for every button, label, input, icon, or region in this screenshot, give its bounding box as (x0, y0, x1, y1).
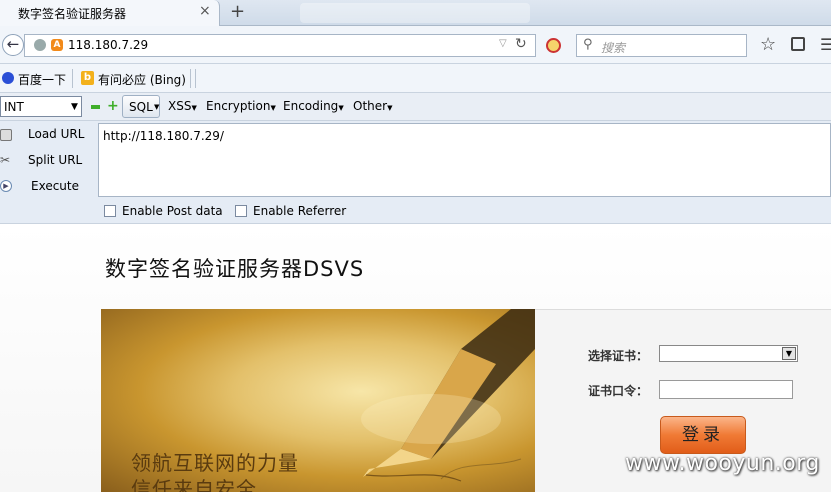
bookmark-separator (72, 69, 73, 88)
split-url-icon: ✂ (0, 153, 11, 167)
enable-referrer-label: Enable Referrer (253, 204, 347, 218)
enable-post-label: Enable Post data (122, 204, 223, 218)
chevron-down-icon: ▼ (387, 104, 393, 112)
search-box[interactable]: ⚲ 搜索 (576, 34, 747, 57)
execute-icon: ▶ (0, 180, 12, 192)
sql-menu-label: SQL (129, 100, 153, 114)
baidu-paw-icon (2, 72, 14, 84)
type-select[interactable]: INT ▼ (0, 96, 82, 117)
url-textarea[interactable]: http://118.180.7.29/ (98, 123, 831, 197)
load-url-button[interactable]: Load URL (28, 127, 84, 141)
split-url-button[interactable]: Split URL (28, 153, 82, 167)
xss-menu-button[interactable]: XSS▼ (168, 99, 197, 113)
pin-input[interactable] (659, 380, 793, 399)
increase-icon[interactable]: + (107, 98, 119, 114)
url-textarea-value[interactable]: http://118.180.7.29/ (103, 129, 224, 143)
site-favicon-icon: A (51, 39, 63, 51)
bookmark-separator (195, 69, 196, 88)
encoding-menu-button[interactable]: Encoding▼ (283, 99, 344, 113)
load-url-icon (0, 129, 12, 141)
search-icon: ⚲ (583, 37, 593, 52)
bookmark-bing[interactable]: 有问必应 (Bing) (98, 71, 186, 88)
xss-menu-label: XSS (168, 99, 192, 113)
enable-post-checkbox[interactable] (104, 205, 116, 217)
bookmark-baidu[interactable]: 百度一下 (18, 71, 66, 88)
nav-bar: ← A 118.180.7.29 ▽ ↻ ⚲ 搜索 ☆ ☰ (0, 26, 831, 64)
chevron-down-icon: ▼ (270, 104, 276, 112)
watermark: www.wooyun.org (625, 451, 820, 476)
reload-icon[interactable]: ↻ (515, 36, 527, 52)
pin-label: 证书口令： (588, 384, 649, 398)
sql-menu-button[interactable]: SQL ▼ (122, 95, 160, 118)
other-menu-label: Other (353, 99, 388, 113)
menu-icon[interactable]: ☰ (820, 35, 831, 54)
chevron-down-icon: ▼ (782, 347, 796, 360)
noscript-icon[interactable] (546, 38, 561, 53)
encryption-menu-label: Encryption (206, 99, 271, 113)
globe-icon (34, 39, 46, 51)
background-tab-blur (300, 3, 530, 23)
bookmarks-bar: 百度一下 b 有问必应 (Bing) (0, 64, 831, 93)
new-tab-icon[interactable]: + (230, 1, 245, 22)
encoding-menu-label: Encoding (283, 99, 339, 113)
certificate-label: 选择证书： (588, 349, 649, 363)
tab-title: 数字签名验证服务器 (18, 7, 127, 21)
reading-list-icon[interactable] (791, 37, 805, 51)
tab-strip: 数字签名验证服务器 × + (0, 0, 831, 26)
execute-button[interactable]: Execute (31, 179, 79, 193)
active-tab[interactable]: 数字签名验证服务器 × (0, 0, 220, 26)
chevron-down-icon: ▼ (71, 102, 78, 112)
other-menu-button[interactable]: Other▼ (353, 99, 392, 113)
banner-image: 领航互联网的力量 信任来自安全 (101, 309, 535, 492)
chevron-down-icon: ▼ (338, 104, 344, 112)
tab-close-icon[interactable]: × (199, 3, 211, 19)
hackbar-panel: Load URL ✂ Split URL ▶ Execute http://11… (0, 121, 831, 224)
bookmark-separator (190, 69, 191, 88)
slogan-line1: 领航互联网的力量 (131, 451, 299, 475)
type-select-value: INT (4, 100, 24, 114)
page-title: 数字签名验证服务器DSVS (105, 257, 365, 281)
decrease-icon[interactable] (91, 105, 100, 109)
certificate-select[interactable]: ▼ (659, 345, 798, 362)
bookmark-star-icon[interactable]: ☆ (760, 34, 776, 55)
bing-icon: b (81, 71, 94, 85)
url-bar[interactable]: A 118.180.7.29 ▽ ↻ (24, 34, 536, 57)
chevron-down-icon: ▼ (191, 104, 197, 112)
enable-referrer-checkbox[interactable] (235, 205, 247, 217)
chevron-down-icon: ▼ (154, 103, 160, 111)
back-arrow-icon[interactable]: ← (2, 34, 24, 56)
search-placeholder: 搜索 (601, 41, 626, 55)
encryption-menu-button[interactable]: Encryption▼ (206, 99, 276, 113)
login-button[interactable]: 登录 (660, 416, 746, 454)
hackbar-toolbar: INT ▼ + SQL ▼ XSS▼ Encryption▼ Encoding▼ … (0, 93, 831, 121)
slogan-line2: 信任来自安全 (131, 477, 257, 492)
url-text[interactable]: 118.180.7.29 (68, 38, 148, 52)
dropdown-triangle-icon[interactable]: ▽ (499, 38, 507, 49)
